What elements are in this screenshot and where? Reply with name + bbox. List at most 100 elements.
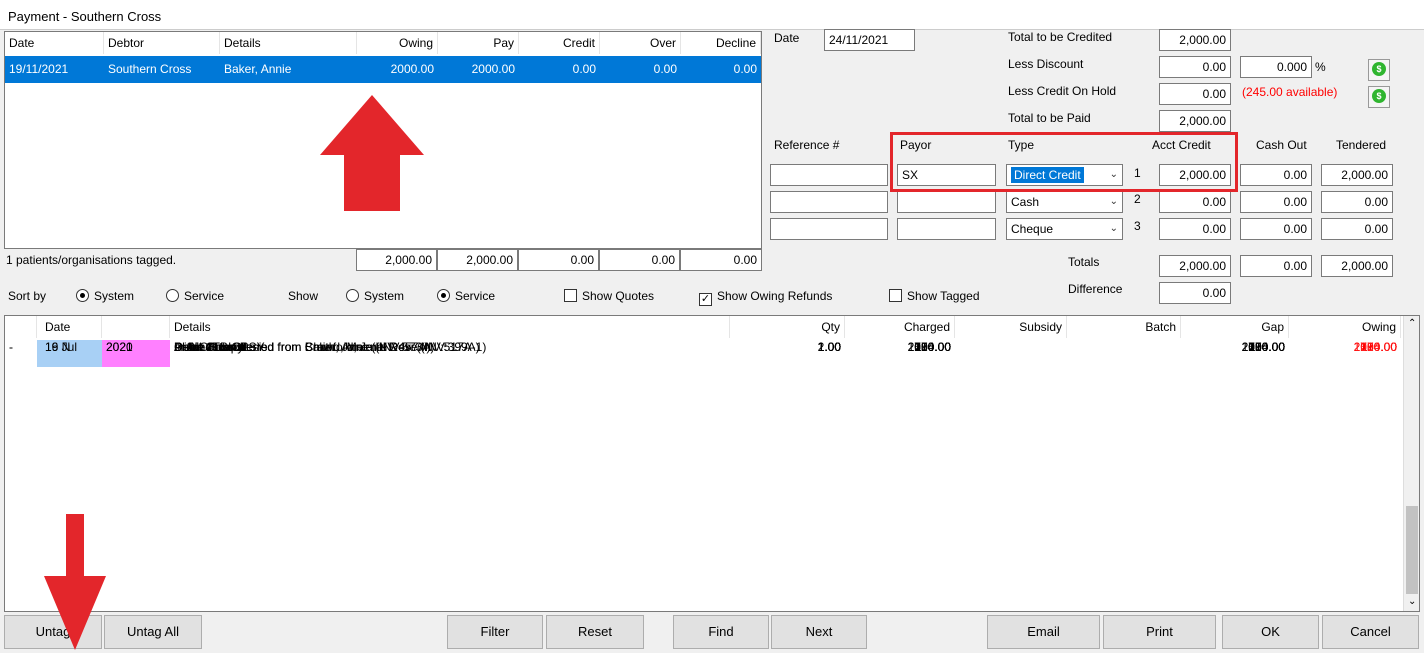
debtor-credit: 0.00 (572, 62, 596, 76)
show-tagged-checkbox[interactable]: Show Tagged (889, 289, 980, 303)
debtor-name: Southern Cross (108, 62, 192, 76)
reference-field-1[interactable] (770, 164, 888, 186)
col-decline[interactable]: Decline (681, 32, 761, 54)
discount-percent-field[interactable]: 0.000 (1240, 56, 1312, 78)
total-over: 0.00 (599, 249, 680, 271)
annotation-up-arrow (320, 95, 424, 211)
items-col-charged[interactable]: Charged (845, 316, 955, 338)
payment-row-num-3: 3 (1134, 219, 1141, 233)
acct-credit-field-3[interactable]: 0.00 (1159, 218, 1231, 240)
apply-discount-icon[interactable] (1368, 59, 1390, 81)
reference-field-2[interactable] (770, 191, 888, 213)
type-select-3-value: Cheque (1011, 222, 1054, 236)
apply-credit-icon[interactable] (1368, 86, 1390, 108)
show-service-radio[interactable]: Service (437, 289, 495, 303)
show-tagged-label: Show Tagged (907, 289, 980, 303)
find-button[interactable]: Find (673, 615, 769, 649)
next-button[interactable]: Next (771, 615, 867, 649)
checkbox-off-icon (889, 289, 902, 302)
print-button[interactable]: Print (1103, 615, 1216, 649)
radio-off-icon (166, 289, 179, 302)
annotation-highlight-box (890, 132, 1238, 192)
col-debtor[interactable]: Debtor (104, 32, 220, 54)
cancel-button[interactable]: Cancel (1322, 615, 1419, 649)
scroll-up-icon[interactable]: ⌃ (1408, 318, 1416, 329)
show-quotes-checkbox[interactable]: Show Quotes (564, 289, 654, 303)
col-owing[interactable]: Owing (357, 32, 438, 54)
cash-out-field-2[interactable]: 0.00 (1240, 191, 1312, 213)
items-col-year[interactable] (102, 316, 170, 338)
items-col-subsidy[interactable]: Subsidy (955, 316, 1067, 338)
items-col-qty[interactable]: Qty (730, 316, 845, 338)
radio-on-icon (437, 289, 450, 302)
row-qty: 1.00 (817, 340, 841, 354)
show-system-radio[interactable]: System (346, 289, 404, 303)
acct-credit-field-2[interactable]: 0.00 (1159, 191, 1231, 213)
items-grid[interactable]: Date Details Qty Charged Subsidy Batch G… (4, 315, 1420, 612)
items-col-tag[interactable] (5, 316, 37, 338)
totals-cash-out: 0.00 (1240, 255, 1312, 277)
filter-button[interactable]: Filter (447, 615, 543, 649)
debtor-over: 0.00 (653, 62, 677, 76)
date-field[interactable]: 24/11/2021 (824, 29, 915, 51)
items-col-details[interactable]: Details (170, 316, 730, 338)
payor-field-3[interactable] (897, 218, 996, 240)
col-pay[interactable]: Pay (438, 32, 519, 54)
show-service-label: Service (455, 289, 496, 303)
cash-out-field-1[interactable]: 0.00 (1240, 164, 1312, 186)
chevron-down-icon: ⌄ (1109, 196, 1118, 207)
total-credited-field: 2,000.00 (1159, 29, 1231, 51)
type-select-2[interactable]: Cash ⌄ (1006, 191, 1123, 213)
total-decline: 0.00 (680, 249, 762, 271)
untag-all-button[interactable]: Untag All (104, 615, 202, 649)
email-button[interactable]: Email (987, 615, 1100, 649)
checkbox-off-icon (564, 289, 577, 302)
less-discount-label: Less Discount (1008, 57, 1084, 71)
scrollbar[interactable]: ⌃ ⌄ (1403, 316, 1419, 611)
title-bar: Payment - Southern Cross (0, 0, 1424, 30)
debtor-row[interactable]: 19/11/2021 Southern Cross Baker, Annie 2… (5, 56, 761, 83)
totals-label: Totals (1068, 255, 1100, 269)
reference-header: Reference # (774, 138, 840, 152)
radio-on-icon (76, 289, 89, 302)
reference-field-3[interactable] (770, 218, 888, 240)
col-date[interactable]: Date (5, 32, 104, 54)
tendered-field-2[interactable]: 0.00 (1321, 191, 1393, 213)
total-paid-field: 2,000.00 (1159, 110, 1231, 132)
checkmark-icon: ✓ (699, 293, 712, 306)
sort-service-label: Service (184, 289, 225, 303)
total-paid-label: Total to be Paid (1008, 111, 1091, 125)
payor-field-2[interactable] (897, 191, 996, 213)
items-col-gap[interactable]: Gap (1181, 316, 1289, 338)
ok-button[interactable]: OK (1222, 615, 1319, 649)
debtor-owing: 2000.00 (390, 62, 434, 76)
totals-tendered: 2,000.00 (1321, 255, 1393, 277)
scroll-thumb[interactable] (1406, 506, 1418, 594)
row-tag (5, 340, 37, 367)
tendered-field-3[interactable]: 0.00 (1321, 218, 1393, 240)
totals-acct-credit: 2,000.00 (1159, 255, 1231, 277)
total-owing: 2,000.00 (356, 249, 437, 271)
annotation-down-arrow (44, 514, 106, 650)
scroll-down-icon[interactable]: ⌄ (1408, 596, 1416, 607)
less-credit-label: Less Credit On Hold (1008, 84, 1117, 98)
less-discount-field[interactable]: 0.00 (1159, 56, 1231, 78)
reset-button[interactable]: Reset (546, 615, 644, 649)
items-col-batch[interactable]: Batch (1067, 316, 1181, 338)
credit-available: (245.00 available) (1242, 85, 1338, 99)
type-select-3[interactable]: Cheque ⌄ (1006, 218, 1123, 240)
percent-sign: % (1315, 60, 1326, 74)
col-over[interactable]: Over (600, 32, 681, 54)
sort-service-radio[interactable]: Service (166, 289, 224, 303)
tendered-field-1[interactable]: 2,000.00 (1321, 164, 1393, 186)
show-owing-refunds-checkbox[interactable]: ✓ Show Owing Refunds (699, 289, 832, 306)
items-col-date[interactable]: Date (37, 316, 102, 338)
col-credit[interactable]: Credit (519, 32, 600, 54)
row-date (37, 340, 102, 367)
items-col-owing[interactable]: Owing (1289, 316, 1401, 338)
col-details[interactable]: Details (220, 32, 357, 54)
cash-out-field-3[interactable]: 0.00 (1240, 218, 1312, 240)
sort-system-radio[interactable]: System (76, 289, 134, 303)
less-credit-field[interactable]: 0.00 (1159, 83, 1231, 105)
row-gap: 2000.00 (1241, 340, 1285, 354)
